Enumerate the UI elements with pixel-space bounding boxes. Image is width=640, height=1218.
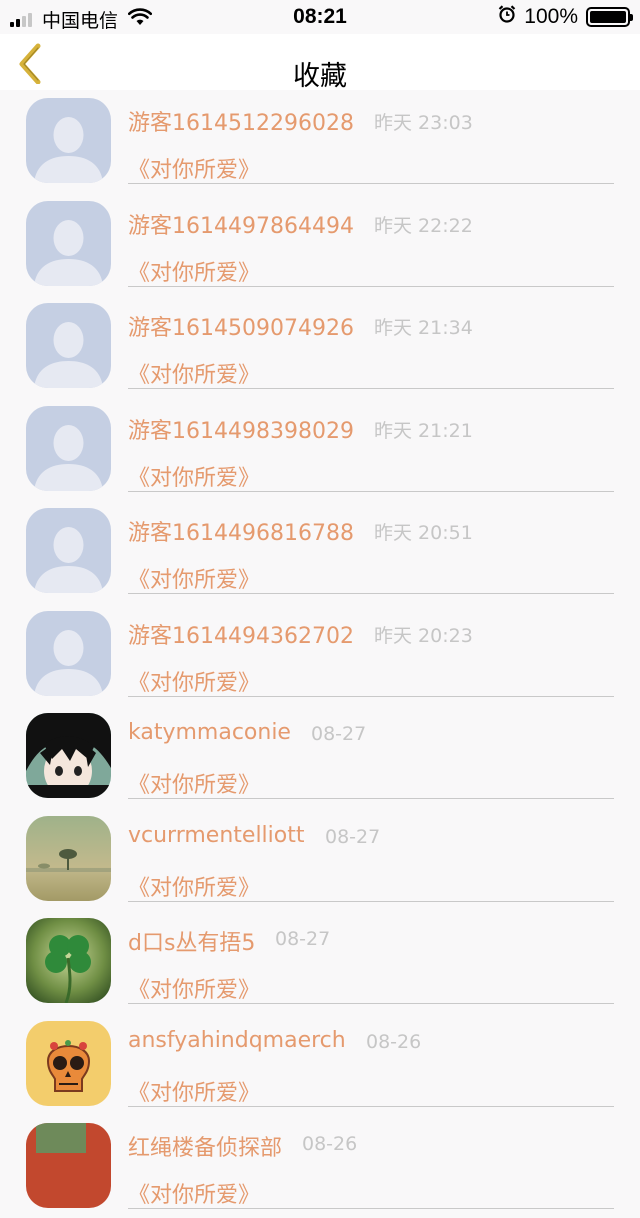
list-item[interactable]: 红绳楼备侦探部 08-26 《对你所爱》 — [0, 1115, 640, 1218]
divider — [128, 1003, 614, 1004]
work-title[interactable]: 《对你所爱》 — [128, 460, 260, 492]
avatar[interactable] — [26, 713, 111, 798]
divider — [128, 285, 614, 287]
work-title[interactable]: 《对你所爱》 — [128, 152, 260, 184]
user-name[interactable]: d口s丛有捂5 — [128, 925, 255, 957]
list-item[interactable]: 游客1614512296028 昨天 23:03 《对你所爱》 — [0, 90, 640, 193]
list-item[interactable]: vcurrmentelliott 08-27 《对你所爱》 — [0, 808, 640, 911]
user-name[interactable]: 游客1614509074926 — [128, 310, 354, 342]
work-title[interactable]: 《对你所爱》 — [128, 1075, 260, 1107]
list-item[interactable]: ansfyahindqmaerch 08-26 《对你所爱》 — [0, 1013, 640, 1116]
work-title[interactable]: 《对你所爱》 — [128, 1177, 260, 1209]
battery-icon — [586, 7, 633, 27]
divider — [128, 183, 614, 184]
timestamp: 昨天 20:23 — [374, 624, 473, 647]
user-name[interactable]: 游客1614498398029 — [128, 413, 354, 445]
alarm-icon — [498, 5, 516, 29]
timestamp: 昨天 23:03 — [374, 112, 473, 134]
work-title[interactable]: 《对你所爱》 — [128, 255, 260, 287]
divider — [128, 900, 614, 902]
user-name[interactable]: 游客1614497864494 — [128, 208, 354, 240]
list-item[interactable]: 游客1614509074926 昨天 21:34 《对你所爱》 — [0, 295, 640, 398]
list-item[interactable]: katymmaconie 08-27 《对你所爱》 — [0, 705, 640, 808]
avatar[interactable] — [26, 1020, 111, 1106]
work-title[interactable]: 《对你所爱》 — [128, 767, 260, 799]
timestamp: 昨天 21:34 — [374, 317, 473, 339]
timestamp: 昨天 21:21 — [374, 419, 473, 442]
avatar[interactable] — [26, 610, 111, 696]
timestamp: 08-26 — [302, 1133, 358, 1155]
avatar[interactable] — [26, 405, 111, 491]
avatar[interactable] — [26, 508, 111, 593]
divider — [128, 798, 614, 799]
work-title[interactable]: 《对你所爱》 — [128, 665, 260, 697]
user-name[interactable]: 游客1614496816788 — [128, 515, 354, 547]
navigation-bar: 收藏 — [0, 34, 640, 92]
page-title: 收藏 — [293, 61, 347, 92]
avatar[interactable] — [26, 98, 111, 183]
user-name[interactable]: vcurrmentelliott — [128, 823, 305, 848]
work-title[interactable]: 《对你所爱》 — [128, 562, 260, 594]
timestamp: 08-27 — [311, 723, 367, 745]
battery-fill — [590, 11, 626, 23]
avatar[interactable] — [26, 1123, 111, 1208]
list-item[interactable]: 游客1614494362702 昨天 20:23 《对你所爱》 — [0, 603, 640, 706]
work-title[interactable]: 《对你所爱》 — [128, 357, 260, 389]
list-item[interactable]: d口s丛有捂5 08-27 《对你所爱》 — [0, 910, 640, 1013]
divider — [128, 490, 614, 492]
avatar[interactable] — [26, 200, 111, 286]
divider — [128, 1105, 614, 1107]
user-name[interactable]: 红绳楼备侦探部 — [128, 1130, 282, 1162]
divider — [128, 695, 614, 697]
timestamp: 08-27 — [325, 825, 381, 848]
list-item[interactable]: 游客1614497864494 昨天 22:22 《对你所爱》 — [0, 193, 640, 296]
user-name[interactable]: 游客1614512296028 — [128, 105, 354, 137]
work-title[interactable]: 《对你所爱》 — [128, 972, 260, 1004]
timestamp: 昨天 20:51 — [374, 522, 473, 544]
timestamp: 08-27 — [275, 928, 331, 950]
user-name[interactable]: ansfyahindqmaerch — [128, 1028, 346, 1053]
timestamp: 昨天 22:22 — [374, 214, 473, 237]
divider — [128, 388, 614, 389]
avatar[interactable] — [26, 918, 111, 1003]
battery-percent: 100% — [524, 5, 578, 28]
avatar[interactable] — [26, 303, 111, 388]
avatar[interactable] — [26, 815, 111, 901]
status-right: 100% — [498, 5, 633, 29]
status-bar: 中国电信 08:21 100% — [0, 0, 640, 34]
divider — [128, 593, 614, 594]
timestamp: 08-26 — [366, 1030, 422, 1053]
work-title[interactable]: 《对你所爱》 — [128, 870, 260, 902]
divider — [128, 1208, 614, 1209]
user-name[interactable]: katymmaconie — [128, 720, 291, 745]
list-item[interactable]: 游客1614496816788 昨天 20:51 《对你所爱》 — [0, 500, 640, 603]
favorites-list: 游客1614512296028 昨天 23:03 《对你所爱》 游客161449786… — [0, 90, 640, 1218]
user-name[interactable]: 游客1614494362702 — [128, 618, 354, 650]
list-item[interactable]: 游客1614498398029 昨天 21:21 《对你所爱》 — [0, 398, 640, 501]
